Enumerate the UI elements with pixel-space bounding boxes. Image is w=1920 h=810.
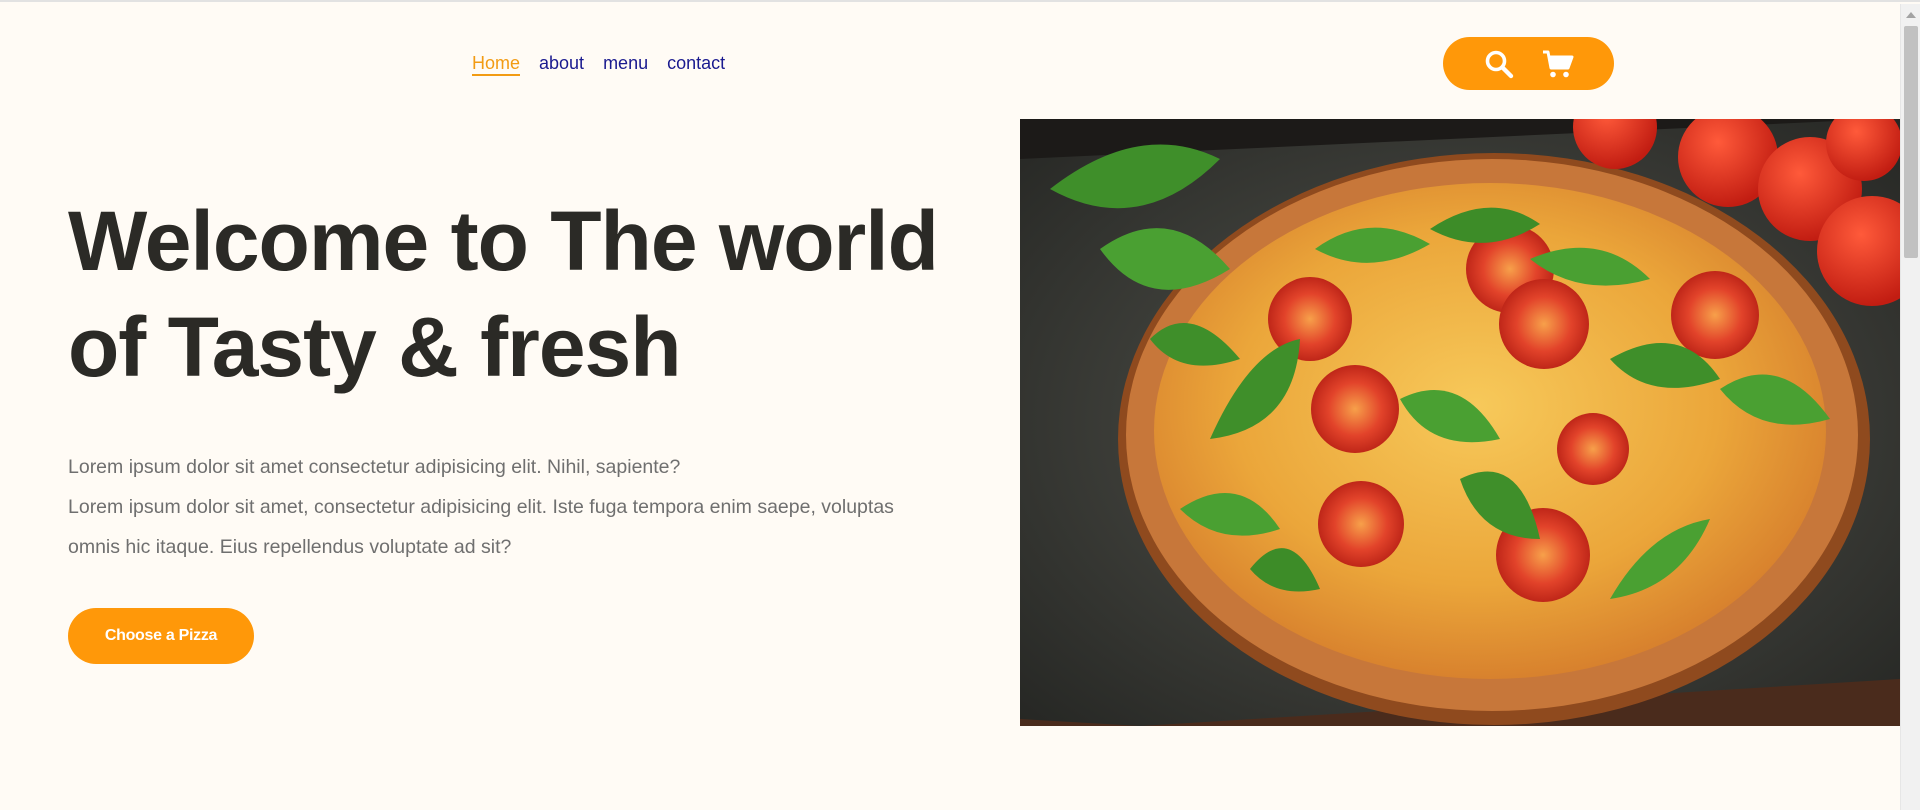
nav-link-home[interactable]: Home xyxy=(472,52,521,76)
search-icon[interactable] xyxy=(1484,49,1514,79)
scroll-up-arrow-icon[interactable] xyxy=(1906,12,1916,18)
nav-link-about[interactable]: about xyxy=(539,52,584,76)
hero-headline: Welcome to The world of Tasty & fresh xyxy=(68,188,968,400)
choose-pizza-button[interactable]: Choose a Pizza xyxy=(68,608,254,664)
header-actions xyxy=(1443,37,1614,90)
cart-icon[interactable] xyxy=(1542,49,1574,79)
page: Home about menu contact Welcome to The w… xyxy=(0,0,1920,810)
nav-link-contact[interactable]: contact xyxy=(667,52,725,76)
main-nav: Home about menu contact xyxy=(472,52,725,76)
hero-description-line3: omnis hic itaque. Eius repellendus volup… xyxy=(68,536,512,558)
hero-description: Lorem ipsum dolor sit amet consectetur a… xyxy=(68,447,988,567)
scroll-thumb[interactable] xyxy=(1904,26,1918,258)
hero-headline-line1: Welcome to The world xyxy=(68,194,939,288)
nav-link-menu[interactable]: menu xyxy=(603,52,648,76)
hero-description-line1: Lorem ipsum dolor sit amet consectetur a… xyxy=(68,456,681,478)
hero-description-line2: Lorem ipsum dolor sit amet, consectetur … xyxy=(68,496,894,518)
hero-pizza-image xyxy=(1020,119,1900,726)
vertical-scrollbar[interactable] xyxy=(1900,4,1920,810)
hero-headline-line2: of Tasty & fresh xyxy=(68,300,682,394)
